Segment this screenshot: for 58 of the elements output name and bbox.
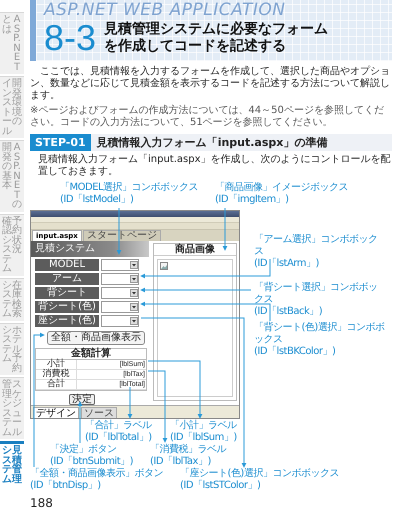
- dropdown-field[interactable]: [101, 287, 139, 299]
- caret-icon: [130, 275, 138, 283]
- display-button[interactable]: 全額・商品画像表示: [47, 331, 145, 345]
- note-text: ※ページおよびフォームの作成方法については、44～50ページを参照してください。コードの入力方法について、51ページを参照してください。: [30, 105, 385, 129]
- page-number: 188: [30, 496, 54, 510]
- view-tab[interactable]: ソース: [81, 406, 117, 418]
- dropdown-field[interactable]: [101, 315, 139, 327]
- step-text: 見積情報入力フォーム「input.aspx」を作成し、次のようにコントロールを配置しておきます。: [38, 154, 392, 178]
- step-title: 見積情報入力フォーム「input.aspx」の準備: [96, 135, 328, 150]
- image-heading: 商品画像: [154, 244, 236, 256]
- intro-paragraph: ここでは、見積情報を入力するフォームを作成して、選択した商品やオプション、数量などに応じて見積金額を表示するコードを記述する方法について解説します。: [30, 66, 391, 102]
- sidebar-tab[interactable]: とは ASP.NET: [0, 12, 24, 74]
- callout-label: 「消費税」ラベル (ID「lblTax」): [150, 444, 226, 468]
- calc-heading: 金額計算: [36, 349, 146, 360]
- image-icon: [160, 262, 168, 270]
- callout-label: 「アーム選択」コンボボックス (ID「lstArm」): [254, 234, 378, 270]
- dropdown-field[interactable]: [101, 301, 139, 313]
- submit-button[interactable]: 決定: [69, 394, 95, 405]
- step-badge: STEP-01: [30, 134, 91, 151]
- callout-label: 「決定」ボタン (ID「btnSubmit」): [50, 444, 134, 468]
- form-label: 背シート: [35, 287, 99, 299]
- view-tab[interactable]: デザイン: [33, 406, 79, 418]
- form-banner: 見積システム: [31, 241, 149, 257]
- form-label: 座シート(色): [35, 315, 99, 327]
- leader-line: [222, 208, 228, 251]
- dropdown-field[interactable]: [101, 273, 139, 285]
- caret-icon: [130, 289, 138, 297]
- form-label: MODEL: [35, 259, 99, 271]
- document-tab[interactable]: スタートページ: [82, 230, 161, 241]
- calc-label: 小計: [36, 360, 77, 369]
- callout-label: 「MODEL選択」コンボボックス (ID「lstModel」): [60, 182, 198, 206]
- callout-label: 「座シート(色)選択」コンボボックス (ID「lstSTColor」): [180, 468, 339, 492]
- callout-label: 「小計」ラベル (ID「lblSum」): [170, 420, 237, 444]
- callout-label: 「全額・商品画像表示」ボタン (ID「btnDisp」): [30, 468, 163, 492]
- calc-label: 合計: [36, 380, 77, 389]
- caret-icon: [130, 261, 138, 269]
- sidebar-tab[interactable]: インストール 開発環境の: [0, 76, 24, 138]
- sidebar-tab[interactable]: システム 在庫検索: [0, 278, 24, 320]
- callout-label: 「合計」ラベル (ID「lblTotal」): [85, 420, 152, 444]
- calc-label: 消費税: [36, 370, 77, 379]
- section-title: 見積管理システムに必要なフォーム を作成してコードを記述する: [104, 21, 328, 55]
- sidebar-tab[interactable]: システム ホテル予約: [0, 322, 24, 375]
- caret-icon: [130, 303, 138, 311]
- callout-label: 「背シート(色)選択」コンボボックス (ID「lstBKColor」): [254, 322, 386, 358]
- sidebar-tab[interactable]: 開発の基本 ASP.NETの: [0, 140, 24, 212]
- leader-line: [128, 386, 132, 419]
- section-number: 8-3: [44, 19, 96, 57]
- dropdown-field[interactable]: [101, 259, 139, 271]
- callout-label: 「背シート選択」コンボボックス (ID「lstBack」): [254, 282, 378, 318]
- sidebar-tab[interactable]: 確認システム 予約状況: [0, 214, 24, 276]
- leader-line: [116, 208, 122, 255]
- sidebar-tab[interactable]: 管理システム スケジュール: [0, 377, 24, 439]
- sidebar-tab[interactable]: システム 見積管理: [0, 441, 24, 486]
- form-label: アーム: [35, 273, 99, 285]
- caret-icon: [130, 317, 138, 325]
- callout-label: 「商品画像」イメージボックス (ID「imgItem」): [215, 182, 348, 206]
- header-watermark-text: ASP.NET WEB APPLICATION: [44, 1, 286, 19]
- form-label: 背シート(色): [35, 301, 99, 313]
